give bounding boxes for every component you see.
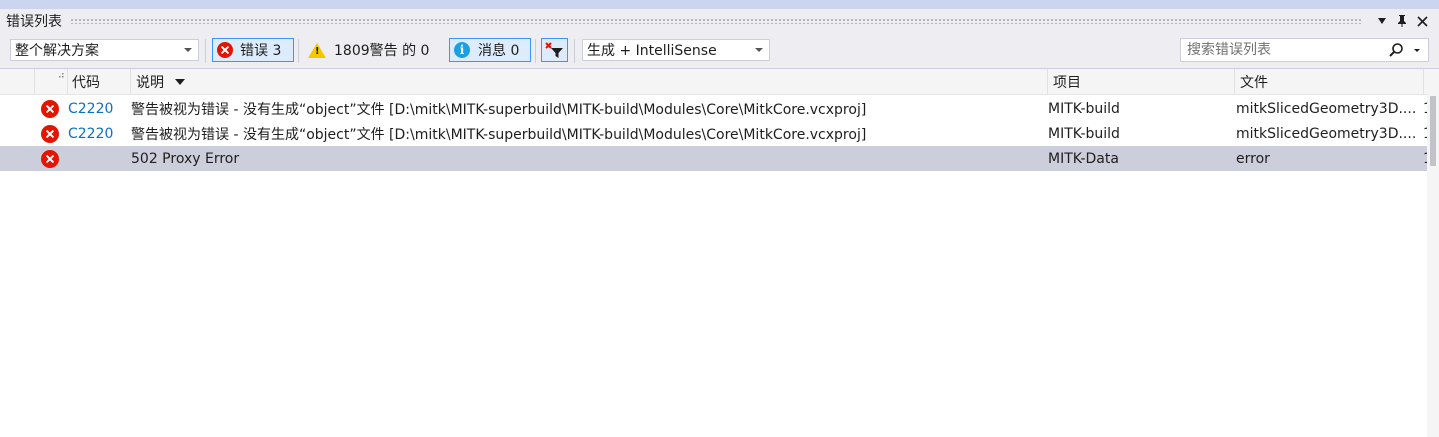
errors-filter-label: 错误 3 bbox=[240, 43, 282, 59]
info-icon: i bbox=[454, 42, 470, 58]
column-divider[interactable] bbox=[1423, 69, 1424, 94]
column-divider[interactable] bbox=[1047, 69, 1048, 94]
column-divider[interactable] bbox=[67, 69, 68, 94]
toolbar-separator bbox=[298, 39, 299, 63]
column-divider[interactable] bbox=[130, 69, 131, 94]
error-icon bbox=[41, 124, 59, 143]
warnings-filter-button[interactable]: ! 1809警告 的 0 bbox=[304, 38, 444, 62]
table-row[interactable]: C2220 警告被视为错误 - 没有生成“object”文件 [D:\mitk\… bbox=[0, 121, 1427, 146]
row-error-icon-cell bbox=[41, 146, 61, 171]
header-blank bbox=[0, 69, 34, 94]
column-header: 代码 说明 项目 文件 bbox=[0, 69, 1439, 95]
row-project: MITK-Data bbox=[1048, 150, 1119, 167]
code-column-label: 代码 bbox=[72, 74, 100, 91]
toolbar-separator bbox=[535, 39, 536, 63]
scope-dropdown[interactable]: 整个解决方案 bbox=[10, 39, 199, 61]
row-code[interactable] bbox=[68, 146, 128, 171]
row-description: 502 Proxy Error bbox=[131, 150, 240, 167]
sort-descending-icon bbox=[175, 78, 185, 85]
panel-title: 错误列表 bbox=[6, 14, 62, 30]
title-bar: 错误列表 bbox=[0, 9, 1439, 33]
row-file: mitkSlicedGeometry3D.... bbox=[1236, 125, 1417, 142]
errors-filter-button[interactable]: 错误 3 bbox=[212, 38, 294, 62]
table-row-selected[interactable]: 502 Proxy Error MITK-Data error 1 bbox=[0, 146, 1427, 171]
file-column-header[interactable]: 文件 bbox=[1240, 69, 1420, 94]
column-options-icon bbox=[59, 72, 64, 77]
top-strip bbox=[0, 0, 1439, 9]
pin-icon[interactable] bbox=[1393, 11, 1411, 31]
description-column-label: 说明 bbox=[136, 74, 164, 91]
row-description: 警告被视为错误 - 没有生成“object”文件 [D:\mitk\MITK-s… bbox=[131, 101, 867, 118]
table-row[interactable]: C2220 警告被视为错误 - 没有生成“object”文件 [D:\mitk\… bbox=[0, 96, 1427, 121]
clear-filter-icon bbox=[545, 42, 563, 58]
row-file: mitkSlicedGeometry3D.... bbox=[1236, 100, 1417, 117]
error-icon bbox=[41, 99, 59, 118]
error-icon bbox=[217, 42, 233, 58]
row-file: error bbox=[1236, 150, 1270, 167]
category-column-header[interactable] bbox=[35, 69, 67, 94]
row-code[interactable]: C2220 bbox=[68, 121, 128, 146]
messages-filter-button[interactable]: i 消息 0 bbox=[449, 38, 531, 62]
build-source-dropdown[interactable]: 生成 + IntelliSense bbox=[582, 39, 770, 61]
row-error-icon-cell bbox=[41, 96, 61, 121]
drag-grip[interactable] bbox=[70, 18, 1363, 24]
chevron-down-icon[interactable] bbox=[1414, 49, 1420, 52]
column-divider[interactable] bbox=[1234, 69, 1235, 94]
search-icon[interactable] bbox=[1388, 42, 1404, 62]
warning-icon: ! bbox=[308, 42, 326, 58]
build-source-value: 生成 + IntelliSense bbox=[587, 43, 717, 59]
code-column-header[interactable]: 代码 bbox=[72, 69, 130, 94]
error-icon bbox=[41, 149, 59, 168]
close-icon[interactable] bbox=[1413, 11, 1431, 31]
description-column-header[interactable]: 说明 bbox=[136, 69, 1046, 94]
chevron-down-icon bbox=[755, 48, 763, 52]
warnings-filter-label: 1809警告 的 0 bbox=[334, 43, 430, 59]
file-column-label: 文件 bbox=[1240, 74, 1268, 91]
toolbar-separator bbox=[205, 39, 206, 63]
scrollbar-thumb[interactable] bbox=[1430, 96, 1436, 166]
search-input[interactable] bbox=[1185, 41, 1389, 59]
toolbar-separator bbox=[574, 39, 575, 63]
row-project: MITK-build bbox=[1048, 125, 1120, 142]
row-code[interactable]: C2220 bbox=[68, 96, 128, 121]
dropdown-icon[interactable] bbox=[1373, 11, 1391, 31]
chevron-down-icon bbox=[184, 48, 192, 52]
row-description: 警告被视为错误 - 没有生成“object”文件 [D:\mitk\MITK-s… bbox=[131, 126, 867, 143]
row-project: MITK-build bbox=[1048, 100, 1120, 117]
project-column-header[interactable]: 项目 bbox=[1053, 69, 1233, 94]
clear-filter-button[interactable] bbox=[541, 38, 568, 62]
search-box[interactable] bbox=[1180, 38, 1429, 62]
vertical-scrollbar[interactable] bbox=[1427, 94, 1439, 437]
messages-filter-label: 消息 0 bbox=[478, 43, 520, 59]
project-column-label: 项目 bbox=[1053, 74, 1081, 91]
scope-dropdown-value: 整个解决方案 bbox=[15, 43, 99, 59]
row-error-icon-cell bbox=[41, 121, 61, 146]
